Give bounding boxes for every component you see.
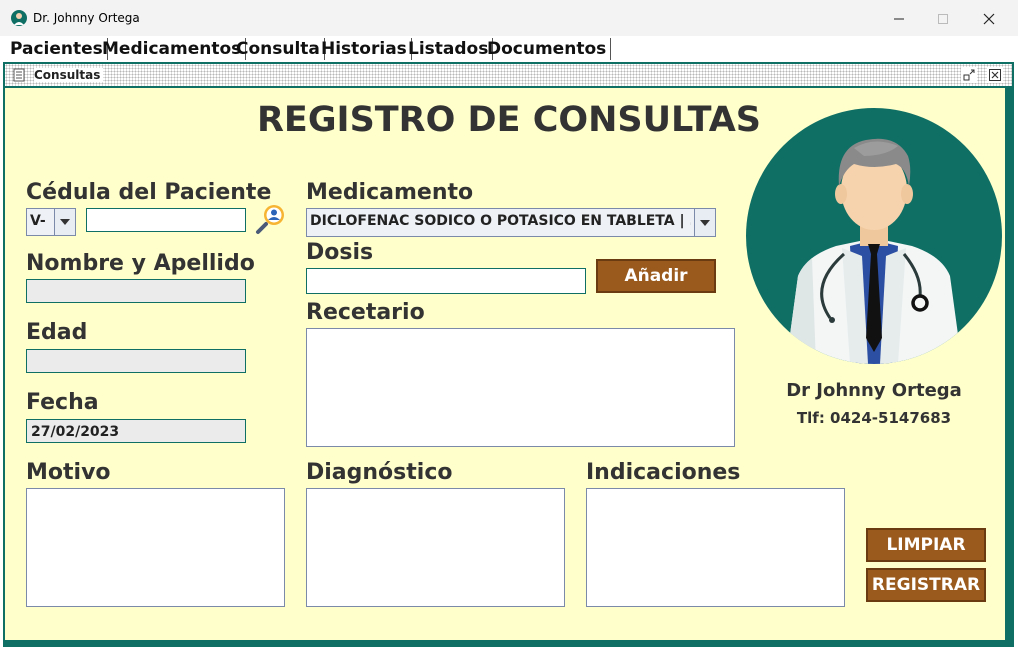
maximize-icon xyxy=(938,14,948,24)
limpiar-button[interactable]: LIMPIAR xyxy=(866,528,986,562)
document-icon xyxy=(13,68,25,82)
minimize-icon xyxy=(894,18,904,20)
cedula-prefix-value: V- xyxy=(30,213,46,229)
dosis-input[interactable] xyxy=(306,268,586,294)
menu-pacientes[interactable]: Pacientes xyxy=(6,38,108,60)
maximize-button[interactable] xyxy=(920,6,966,32)
diagnostico-label: Diagnóstico xyxy=(306,460,453,485)
window-title: Dr. Johnny Ortega xyxy=(33,11,140,25)
menu-bar: Pacientes Medicamentos Consulta Historia… xyxy=(0,36,1018,62)
window-titlebar: Dr. Johnny Ortega xyxy=(0,0,1018,37)
menu-consulta[interactable]: Consulta xyxy=(232,38,325,60)
cedula-input[interactable] xyxy=(86,208,246,232)
indicaciones-textarea[interactable] xyxy=(586,488,845,607)
medicamento-select[interactable]: DICLOFENAC SODICO O POTASICO EN TABLETA … xyxy=(306,208,716,237)
edad-field[interactable] xyxy=(26,349,246,373)
cedula-prefix-select[interactable]: V- xyxy=(26,208,76,236)
recetario-textarea[interactable] xyxy=(306,328,735,447)
restore-arrow-icon xyxy=(963,69,975,81)
recetario-label: Recetario xyxy=(306,300,425,325)
menu-medicamentos[interactable]: Medicamentos xyxy=(98,38,247,60)
medicamento-selected-value: DICLOFENAC SODICO O POTASICO EN TABLETA … xyxy=(310,213,691,229)
doctor-name: Dr Johnny Ortega xyxy=(786,380,962,401)
chevron-down-icon xyxy=(54,209,75,235)
indicaciones-label: Indicaciones xyxy=(586,460,741,485)
nombre-label: Nombre y Apellido xyxy=(26,251,255,276)
menu-listados[interactable]: Listados xyxy=(404,38,494,60)
motivo-textarea[interactable] xyxy=(26,488,285,607)
fecha-label: Fecha xyxy=(26,390,99,415)
menu-historias[interactable]: Historias xyxy=(317,38,412,60)
iconify-button[interactable] xyxy=(961,67,977,83)
doctor-phone: Tlf: 0424-5147683 xyxy=(796,409,952,427)
close-icon xyxy=(983,13,995,25)
close-button[interactable] xyxy=(966,6,1012,32)
fecha-field[interactable]: 27/02/2023 xyxy=(26,419,246,443)
search-patient-icon[interactable] xyxy=(254,202,288,236)
edad-label: Edad xyxy=(26,320,88,345)
menu-documentos[interactable]: Documentos xyxy=(483,38,612,60)
medicamento-label: Medicamento xyxy=(306,180,474,205)
minimize-button[interactable] xyxy=(876,6,922,32)
motivo-label: Motivo xyxy=(26,460,111,485)
nombre-field[interactable] xyxy=(26,279,246,303)
anadir-button[interactable]: Añadir xyxy=(596,259,716,293)
chevron-down-icon xyxy=(694,209,715,236)
doctor-avatar xyxy=(746,108,1002,364)
registrar-button[interactable]: REGISTRAR xyxy=(866,568,986,602)
internal-frame-titlebar[interactable]: Consultas xyxy=(5,64,1012,86)
close-box-icon xyxy=(989,69,1001,81)
internal-close-button[interactable] xyxy=(987,67,1003,83)
diagnostico-textarea[interactable] xyxy=(306,488,565,607)
cedula-label: Cédula del Paciente xyxy=(26,180,272,205)
doctor-illustration-icon xyxy=(786,138,962,364)
dosis-label: Dosis xyxy=(306,240,374,265)
app-doctor-icon xyxy=(11,10,27,26)
internal-frame-title: Consultas xyxy=(34,68,104,82)
